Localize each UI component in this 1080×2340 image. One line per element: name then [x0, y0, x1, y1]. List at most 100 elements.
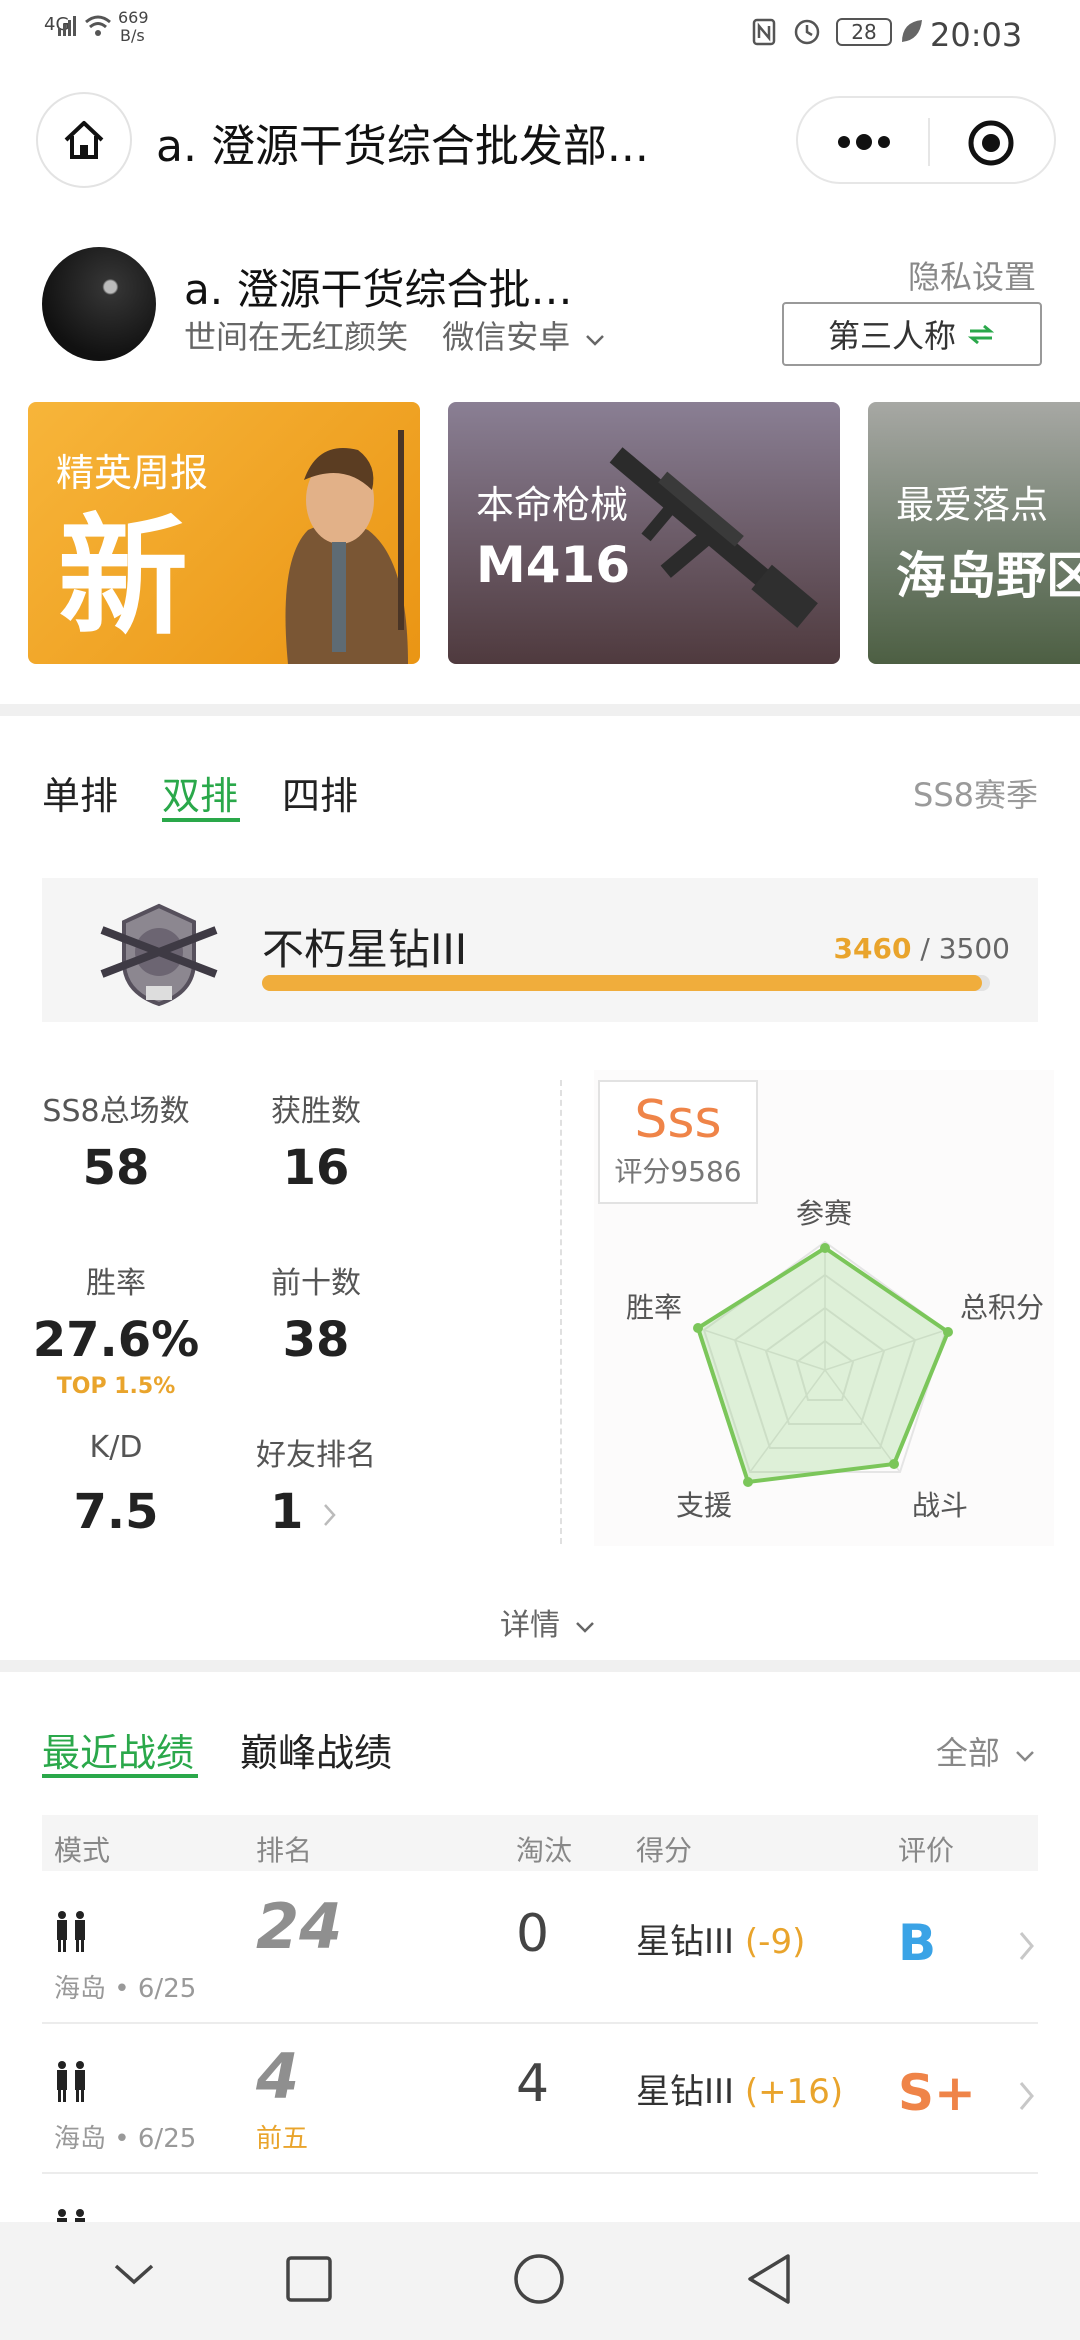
vertical-divider — [560, 1080, 562, 1544]
stat-label: 胜率 — [86, 1266, 146, 1301]
score-rank: 星钻III — [636, 1922, 735, 1962]
chevron-right-icon[interactable] — [1018, 1930, 1036, 1962]
clock: 20:03 — [930, 16, 1023, 54]
match-rank-tag: 前五 — [256, 2124, 309, 2154]
detail-label: 详情 — [500, 1608, 560, 1643]
battery-level: 28 — [851, 20, 877, 44]
column-header: 评价 — [898, 1834, 955, 1867]
match-grade: S+ — [898, 2064, 976, 2122]
duo-mode-icon — [57, 1911, 85, 1952]
swap-icon — [967, 324, 995, 345]
status-bar: 4G 669 B/s 28 20:03 — [0, 0, 1080, 75]
match-kills: 0 — [516, 1904, 550, 1964]
stat-value: 27.6% — [32, 1312, 200, 1368]
more-icon[interactable] — [836, 132, 892, 152]
stat-label: SS8总场数 — [42, 1094, 190, 1129]
stat-label: 好友排名 — [256, 1438, 376, 1473]
close-mini-program-icon[interactable] — [968, 120, 1014, 166]
column-header: 模式 — [54, 1834, 111, 1867]
match-map-date: 海岛 • 6/25 — [54, 1974, 197, 2004]
card-favorite-weapon[interactable]: 本命枪械 M416 — [448, 402, 840, 664]
card-label: 最爱落点 — [896, 483, 1049, 527]
match-grade: B — [898, 1914, 937, 1972]
radar-label: 胜率 — [626, 1291, 683, 1324]
rating-score-box: Sss 评分9586 — [598, 1080, 758, 1204]
match-rank: 4 — [256, 2040, 300, 2113]
net-speed-unit: B/s — [120, 26, 145, 45]
system-navigation-bar — [0, 2222, 1080, 2340]
match-date: 6/25 — [137, 1974, 197, 2004]
tab-squad[interactable]: 四排 — [282, 765, 358, 820]
stat-value: 16 — [282, 1140, 350, 1196]
friend-rank-link[interactable]: 1 — [204, 1484, 404, 1540]
collapse-icon[interactable] — [112, 2260, 156, 2288]
match-score: 星钻III (-9) — [636, 1914, 805, 1963]
card-value: 海岛野区 — [896, 547, 1080, 605]
rank-points-current: 3460 — [833, 932, 912, 965]
rank-progress-fill — [262, 975, 982, 991]
back-icon[interactable] — [744, 2252, 794, 2306]
table-row-partial[interactable] — [42, 2174, 1038, 2222]
nfc-icon — [752, 18, 776, 46]
chevron-down-icon — [586, 335, 605, 346]
card-favorite-drop[interactable]: 最爱落点 海岛野区 — [868, 402, 1080, 664]
player-name: a. 澄源干货综合批… — [184, 265, 573, 314]
section-divider — [0, 1660, 1080, 1672]
recents-icon[interactable] — [284, 2254, 334, 2304]
tab-recent-records[interactable]: 最近战绩 — [42, 1722, 194, 1777]
stat-value: 1 — [269, 1484, 304, 1540]
pov-toggle-button[interactable]: 第三人称 — [782, 302, 1042, 366]
card-elite-weekly[interactable]: 精英周报 新 — [28, 402, 420, 664]
tab-underline — [162, 818, 240, 822]
record-filter-label: 全部 — [935, 1734, 1000, 1772]
wifi-icon — [85, 15, 111, 36]
radar-label: 支援 — [676, 1489, 733, 1522]
rifle-illustration — [609, 447, 818, 628]
player-subline[interactable]: 世间在无红颜笑 微信安卓 — [184, 312, 606, 358]
match-map: 海岛 — [54, 2124, 107, 2154]
home-button[interactable] — [36, 92, 132, 188]
player-signature: 世间在无红颜笑 — [184, 318, 409, 356]
tab-duo[interactable]: 双排 — [162, 765, 238, 820]
character-illustration — [285, 430, 408, 664]
radar-chart — [693, 1240, 953, 1487]
record-filter-dropdown[interactable]: 全部 — [936, 1728, 1036, 1774]
column-header: 淘汰 — [516, 1834, 573, 1867]
season-label[interactable]: SS8赛季 — [913, 770, 1038, 816]
score-delta: (-9) — [744, 1922, 806, 1962]
match-map: 海岛 — [54, 1974, 107, 2004]
stat-value: 58 — [82, 1140, 150, 1196]
rank-points-max: 3500 — [938, 932, 1010, 965]
chevron-down-icon — [1016, 1751, 1034, 1762]
rating-score: 评分9586 — [614, 1155, 742, 1188]
column-header: 排名 — [256, 1834, 313, 1867]
alarm-icon — [794, 19, 820, 45]
privacy-settings-link[interactable]: 隐私设置 — [908, 252, 1036, 298]
tab-peak-records[interactable]: 巅峰战绩 — [240, 1722, 392, 1777]
nav-title: a. 澄源干货综合批发部... — [156, 121, 649, 172]
tab-solo[interactable]: 单排 — [42, 765, 118, 820]
radar-label: 参赛 — [796, 1197, 853, 1230]
platform-label: 微信安卓 — [442, 318, 571, 356]
mini-program-capsule — [796, 96, 1056, 184]
detail-toggle[interactable]: 详情 — [500, 1600, 596, 1644]
signal-icon — [58, 16, 76, 36]
record-tab-underline — [42, 1774, 198, 1778]
rank-points: 3460 / 3500 — [834, 932, 1010, 965]
match-date: 6/25 — [137, 2124, 197, 2154]
rank-badge-icon — [100, 903, 218, 1007]
avatar[interactable] — [42, 247, 156, 361]
match-kills: 4 — [516, 2054, 550, 2114]
rank-progress-bar — [262, 975, 990, 991]
radar-label: 战斗 — [912, 1489, 969, 1522]
stat-label: 获胜数 — [271, 1094, 361, 1129]
match-map-date: 海岛 • 6/25 — [54, 2124, 197, 2154]
net-speed: 669 — [118, 8, 149, 27]
duo-mode-icon — [57, 2061, 85, 2102]
score-delta: (+16) — [744, 2072, 844, 2112]
home-circle-icon[interactable] — [512, 2252, 566, 2306]
radar-label: 总积分 — [960, 1291, 1045, 1324]
chevron-right-icon[interactable] — [1018, 2080, 1036, 2112]
chevron-right-icon — [324, 1504, 336, 1526]
stat-value: 7.5 — [73, 1484, 159, 1540]
